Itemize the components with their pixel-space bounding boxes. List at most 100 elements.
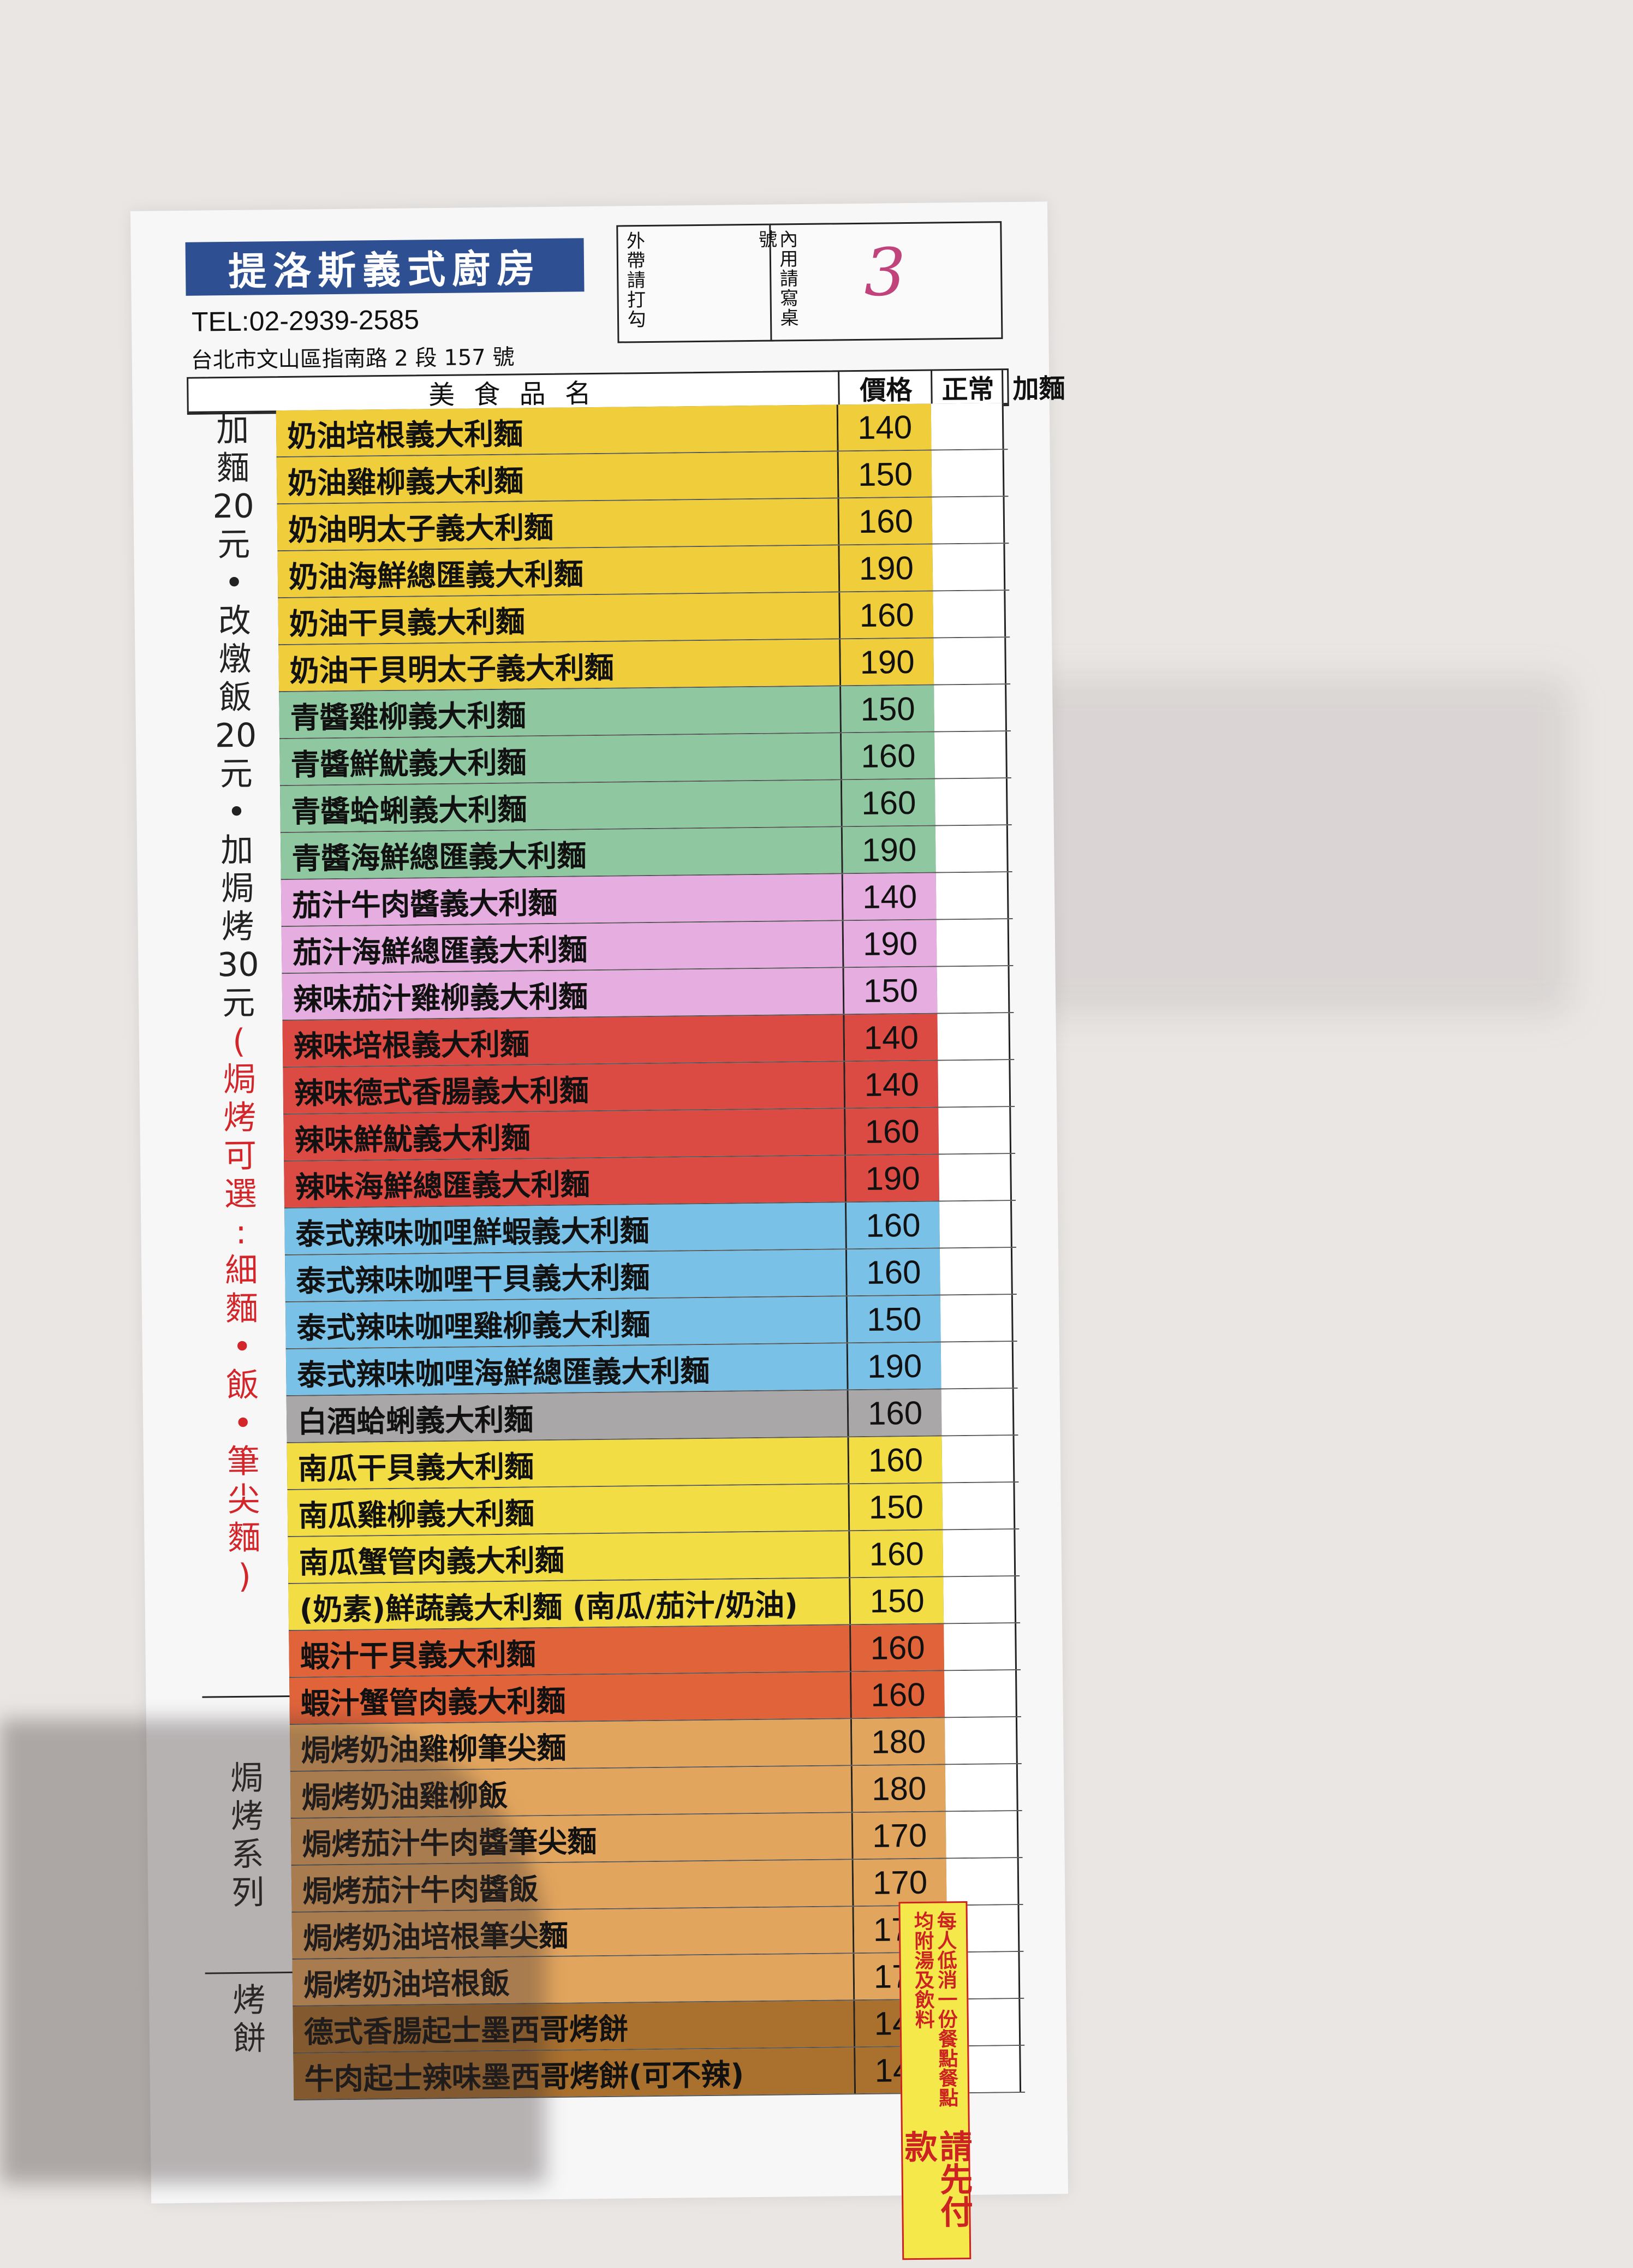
- menu-row: 泰式辣味咖哩干貝義大利麵 160: [284, 1248, 1017, 1303]
- menu-item-name: 蝦汁干貝義大利麵: [289, 1625, 852, 1677]
- normal-qty-cell[interactable]: [933, 638, 1007, 684]
- menu-row: 南瓜雞柳義大利麵 150: [287, 1482, 1020, 1538]
- sidebar-glyph: 細: [224, 1251, 258, 1290]
- menu-item-price: 190: [841, 638, 936, 686]
- menu-row: 青醬海鮮總匯義大利麵 190: [280, 825, 1012, 880]
- menu-row: 蝦汁干貝義大利麵 160: [289, 1623, 1021, 1678]
- sidebar-glyph: •: [233, 1404, 253, 1443]
- normal-qty-cell[interactable]: [943, 1576, 1017, 1623]
- menu-row: 辣味海鮮總匯義大利麵 190: [284, 1154, 1016, 1209]
- menu-item-price: 140: [838, 403, 933, 451]
- sidebar-glyph: 加: [220, 831, 254, 870]
- normal-qty-cell[interactable]: [944, 1670, 1017, 1717]
- sidebar-glyph: 元: [217, 525, 251, 564]
- normal-qty-cell[interactable]: [935, 872, 1009, 919]
- dinein-table-box[interactable]: 內用請寫桌號 3: [755, 221, 1003, 342]
- sidebar-glyph: 元: [222, 984, 255, 1023]
- menu-item-name: 奶油海鮮總匯義大利麵: [277, 545, 841, 598]
- menu-item-price: 160: [839, 497, 934, 545]
- sidebar-glyph: •: [227, 793, 247, 832]
- menu-item-name: 南瓜雞柳義大利麵: [287, 1484, 850, 1537]
- normal-qty-cell[interactable]: [931, 403, 1004, 450]
- header-normal: 正常: [931, 370, 1004, 405]
- menu-item-name: 南瓜蟹管肉義大利麵: [288, 1531, 851, 1584]
- menu-item-price: 190: [846, 1154, 941, 1202]
- menu-row: 奶油雞柳義大利麵 150: [276, 450, 1009, 505]
- menu-item-price: 190: [842, 826, 938, 873]
- menu-item-name: 辣味茄汁雞柳義大利麵: [282, 968, 845, 1020]
- menu-item-name: 泰式辣味咖哩雞柳義大利麵: [285, 1296, 848, 1349]
- normal-qty-cell[interactable]: [945, 1764, 1018, 1811]
- normal-qty-cell[interactable]: [936, 919, 1010, 966]
- notice-pay-first: 請先付款: [898, 2129, 973, 2228]
- normal-qty-cell[interactable]: [938, 1060, 1011, 1107]
- normal-qty-cell[interactable]: [946, 1858, 1020, 1905]
- menu-item-name: 茄汁牛肉醬義大利麵: [281, 874, 844, 926]
- menu-row: 奶油干貝明太子義大利麵 190: [278, 638, 1011, 693]
- normal-qty-cell[interactable]: [944, 1717, 1018, 1764]
- menu-item-name: 辣味德式香腸義大利麵: [283, 1062, 846, 1114]
- menu-item-name: 辣味海鮮總匯義大利麵: [284, 1156, 847, 1208]
- normal-qty-cell[interactable]: [940, 1295, 1014, 1342]
- menu-item-price: 190: [848, 1342, 943, 1390]
- normal-qty-cell[interactable]: [934, 684, 1007, 731]
- sidebar-glyph: •: [232, 1328, 252, 1367]
- sidebar-glyph: (: [232, 1022, 246, 1061]
- normal-qty-cell[interactable]: [940, 1342, 1014, 1389]
- menu-row: 泰式辣味咖哩雞柳義大利麵 150: [285, 1295, 1017, 1350]
- normal-qty-cell[interactable]: [932, 544, 1006, 591]
- normal-qty-cell[interactable]: [937, 966, 1010, 1013]
- notice-box: 每人低消一份餐點餐點均附湯及飲料 請先付款: [898, 1901, 973, 2260]
- sidebar-glyph: 可: [223, 1136, 257, 1176]
- menu-item-price: 150: [847, 1295, 943, 1343]
- normal-qty-cell[interactable]: [935, 825, 1009, 872]
- menu-item-price: 160: [848, 1389, 944, 1437]
- menu-row: 奶油海鮮總匯義大利麵 190: [277, 544, 1010, 599]
- normal-qty-cell[interactable]: [939, 1154, 1012, 1201]
- menu-item-price: 150: [838, 450, 934, 498]
- normal-qty-cell[interactable]: [939, 1248, 1013, 1295]
- sidebar-glyph: 20: [214, 716, 257, 755]
- normal-qty-cell[interactable]: [944, 1623, 1017, 1670]
- menu-row: 辣味培根義大利麵 140: [282, 1013, 1015, 1068]
- sidebar-glyph: 烤: [223, 1098, 257, 1138]
- menu-row: 南瓜蟹管肉義大利麵 160: [288, 1529, 1020, 1585]
- sidebar-glyph: 選: [224, 1175, 258, 1214]
- normal-qty-cell[interactable]: [941, 1436, 1015, 1483]
- sidebar-glyph: 元: [219, 754, 253, 794]
- normal-qty-cell[interactable]: [938, 1107, 1012, 1154]
- menu-item-price: 180: [852, 1765, 947, 1812]
- normal-qty-cell[interactable]: [933, 591, 1006, 638]
- table-number: 3: [863, 235, 907, 311]
- menu-row: 辣味茄汁雞柳義大利麵 150: [282, 966, 1014, 1021]
- normal-qty-cell[interactable]: [934, 731, 1008, 778]
- sidebar-glyph: 筆: [227, 1442, 260, 1481]
- normal-qty-cell[interactable]: [939, 1201, 1012, 1248]
- normal-qty-cell[interactable]: [942, 1483, 1016, 1529]
- menu-row: 青醬鮮魷義大利麵 160: [279, 731, 1011, 787]
- menu-item-price: 160: [851, 1624, 946, 1671]
- menu-item-price: 160: [847, 1248, 942, 1296]
- normal-qty-cell[interactable]: [934, 778, 1008, 825]
- normal-qty-cell[interactable]: [943, 1529, 1016, 1576]
- restaurant-name: 提洛斯義式廚房: [185, 238, 585, 296]
- sidebar-glyph: 30: [217, 945, 259, 985]
- menu-item-price: 170: [853, 1812, 948, 1859]
- menu-item-name: 泰式辣味咖哩鮮蝦義大利麵: [284, 1203, 847, 1255]
- menu-row: 青醬雞柳義大利麵 150: [279, 684, 1011, 740]
- menu-item-price: 150: [849, 1483, 945, 1531]
- menu-item-price: 170: [853, 1859, 949, 1906]
- normal-qty-cell[interactable]: [931, 450, 1005, 497]
- header-extra-noodle: 加麵: [1002, 369, 1075, 404]
- notice-min-order: 每人低消一份餐點餐點均附湯及飲料: [910, 1910, 958, 2108]
- normal-qty-cell[interactable]: [945, 1811, 1019, 1858]
- menu-item-name: 泰式辣味咖哩干貝義大利麵: [284, 1249, 848, 1302]
- normal-qty-cell[interactable]: [941, 1389, 1015, 1436]
- menu-item-name: 白酒蛤蜊義大利麵: [286, 1390, 849, 1443]
- takeout-checkbox-box[interactable]: 外帶請打勾: [616, 223, 774, 343]
- normal-qty-cell[interactable]: [932, 497, 1005, 544]
- menu-item-name: 奶油干貝明太子義大利麵: [278, 639, 842, 692]
- menu-item-price: 150: [844, 967, 939, 1014]
- sidebar-addon-notes: 加麵 20 元 • 改燉飯 20 元 • 加焗烤 30 元(焗烤可選: 細麵 • 飯 • 筆尖麵): [188, 410, 291, 1694]
- normal-qty-cell[interactable]: [937, 1013, 1011, 1060]
